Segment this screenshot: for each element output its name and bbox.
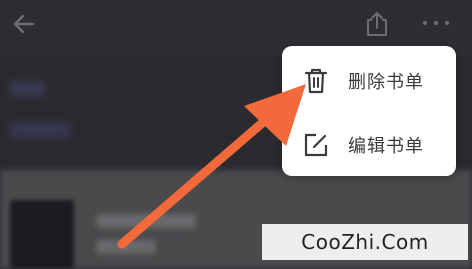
share-button[interactable] — [360, 6, 394, 42]
more-button[interactable] — [418, 8, 454, 38]
arrow-left-icon — [13, 14, 35, 34]
menu-item-edit-booklist[interactable]: 编辑书单 — [282, 118, 456, 172]
menu-item-label: 编辑书单 — [348, 136, 424, 157]
blurred-text — [96, 240, 156, 254]
share-icon — [367, 12, 387, 36]
trash-icon — [296, 61, 336, 101]
menu-item-delete-booklist[interactable]: 删除书单 — [282, 54, 456, 108]
blurred-text — [96, 214, 196, 228]
popup-menu: 删除书单 编辑书单 — [282, 46, 456, 176]
more-dots-icon — [423, 21, 449, 25]
watermark-text: CooZhi.Com — [301, 230, 429, 254]
blurred-content — [10, 82, 44, 96]
edit-icon — [296, 125, 336, 165]
watermark: CooZhi.Com — [262, 224, 468, 260]
back-button[interactable] — [6, 6, 42, 42]
menu-item-label: 删除书单 — [348, 72, 424, 93]
blurred-content — [10, 122, 70, 138]
blurred-book-cover — [10, 200, 74, 269]
